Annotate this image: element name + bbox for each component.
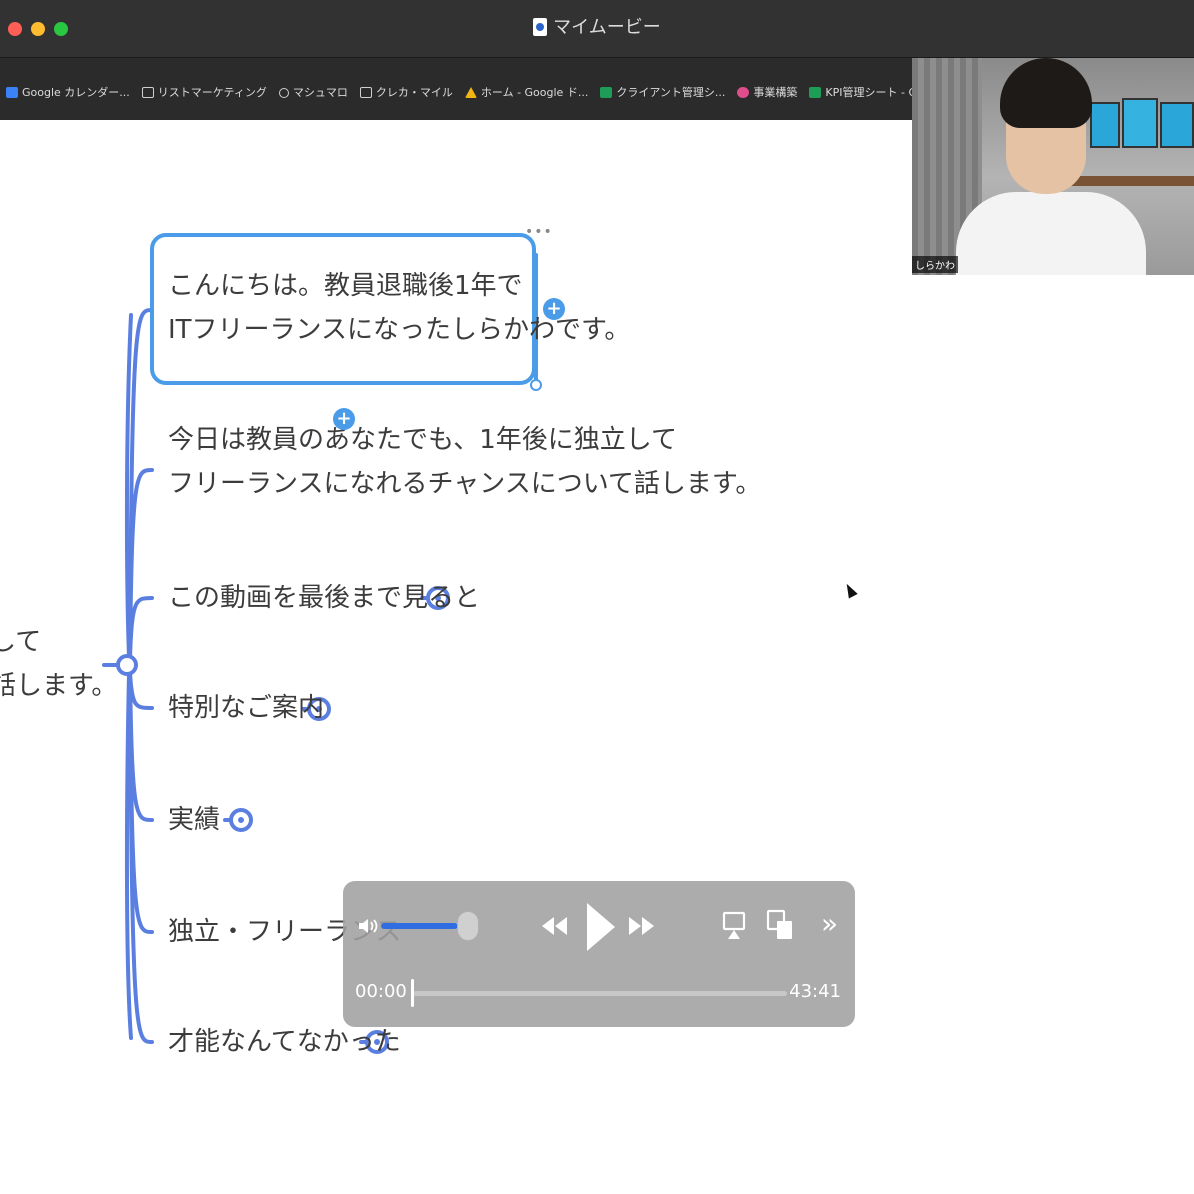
add-child-node-plus-icon[interactable]: +: [543, 298, 565, 320]
mindmap-branch: [128, 671, 154, 710]
bookmark-label: 事業構築: [753, 85, 798, 99]
root-node-line-1: して: [0, 627, 42, 657]
total-duration: 43:41: [789, 981, 841, 1002]
bookmark-label: リストマーケティング: [157, 85, 267, 99]
calendar-icon: [6, 86, 18, 98]
node-5-label: 実績: [168, 805, 221, 835]
root-node-line-2: 話します。: [0, 671, 118, 701]
webcam-desk: [1062, 176, 1194, 186]
mindmap-root-node[interactable]: して 話します。: [0, 620, 117, 708]
mindmap-branch: [128, 671, 154, 1044]
sheets-icon: [600, 86, 613, 98]
webcam-monitor: [1122, 98, 1158, 148]
mindmap-canvas: して 話します。 ••• こんにちは。教員退職後1年で ITフリーランスになった…: [0, 120, 1194, 1194]
quicktime-document-icon: [533, 18, 548, 36]
folder-icon: [141, 86, 154, 98]
bookmark-label: ホーム - Google ド...: [480, 85, 589, 99]
bookmark-item[interactable]: 事業構築: [737, 85, 797, 101]
node-more-icon[interactable]: •••: [525, 224, 553, 240]
node-4-label: 特別なご案内: [168, 693, 325, 723]
bookmark-item[interactable]: マシュマロ: [278, 85, 348, 101]
selected-node-resize-handle[interactable]: [530, 379, 542, 391]
webcam-person-body: [956, 192, 1146, 275]
webcam-person-hair: [1000, 58, 1092, 128]
webcam-overlay: しらかわ: [912, 58, 1194, 275]
node-7-label: 才能なんてなかった: [168, 1027, 401, 1057]
volume-icon[interactable]: [357, 915, 379, 937]
bookmark-item[interactable]: ホーム - Google ド...: [464, 85, 589, 101]
sheets-icon: [809, 86, 822, 98]
volume-slider-fill: [381, 923, 458, 929]
node-2-line-2: フリーランスになれるチャンスについて話します。: [168, 469, 762, 499]
bookmark-label: マシュマロ: [292, 85, 348, 99]
bookmark-item[interactable]: クレカ・マイル: [359, 85, 453, 101]
bookmark-item[interactable]: Google カレンダー...: [6, 85, 130, 101]
webcam-name-label: しらかわ: [912, 256, 958, 273]
fast-forward-icon[interactable]: [627, 911, 657, 941]
volume-slider-knob[interactable]: [457, 911, 479, 941]
folder-icon: [359, 86, 372, 98]
playback-scrubber-track[interactable]: [413, 991, 787, 996]
mindmap-node-achievements[interactable]: 実績: [168, 798, 220, 842]
play-icon[interactable]: [583, 899, 617, 955]
bookmark-label: Google カレンダー...: [22, 85, 130, 99]
airplay-icon[interactable]: [722, 911, 746, 941]
node-2-line-1: 今日は教員のあなたでも、1年後に独立して: [168, 425, 677, 455]
mindmap-branch: [128, 308, 154, 659]
mindmap-node-special-info[interactable]: 特別なご案内: [168, 686, 324, 730]
window-title-text: マイムービー: [553, 17, 661, 38]
marshmallow-icon: [278, 87, 289, 98]
window-titlebar: マイムービー: [0, 0, 1194, 58]
mindmap-node-topic[interactable]: 今日は教員のあなたでも、1年後に独立して フリーランスになれるチャンスについて話…: [168, 418, 761, 506]
mindmap-hub-collapse-icon[interactable]: [116, 654, 138, 676]
rewind-icon[interactable]: [539, 911, 569, 941]
webcam-monitor: [1090, 102, 1120, 148]
bookmark-label: クレカ・マイル: [375, 85, 453, 99]
video-player-controls: » 00:00 43:41: [343, 881, 855, 1027]
bookmark-item[interactable]: リストマーケティング: [141, 85, 267, 101]
more-options-icon[interactable]: »: [821, 909, 843, 939]
node-3-label: この動画を最後まで見ると: [168, 583, 481, 613]
window-title: マイムービー: [0, 16, 1194, 40]
expand-node-dot[interactable]: [238, 817, 244, 823]
drive-icon: [464, 86, 477, 98]
mindmap-branch: [128, 596, 154, 659]
add-sibling-node-plus-icon[interactable]: +: [333, 408, 355, 430]
picture-in-picture-icon[interactable]: [766, 909, 794, 941]
webcam-monitor: [1160, 102, 1194, 148]
bookmark-item[interactable]: クライアント管理シ...: [600, 85, 725, 101]
elapsed-time: 00:00: [355, 981, 407, 1002]
playback-scrubber-head[interactable]: [411, 979, 414, 1007]
bookmark-label: クライアント管理シ...: [616, 85, 726, 99]
site-icon: [737, 86, 750, 98]
mindmap-node-watch-to-end[interactable]: この動画を最後まで見ると: [168, 576, 480, 620]
